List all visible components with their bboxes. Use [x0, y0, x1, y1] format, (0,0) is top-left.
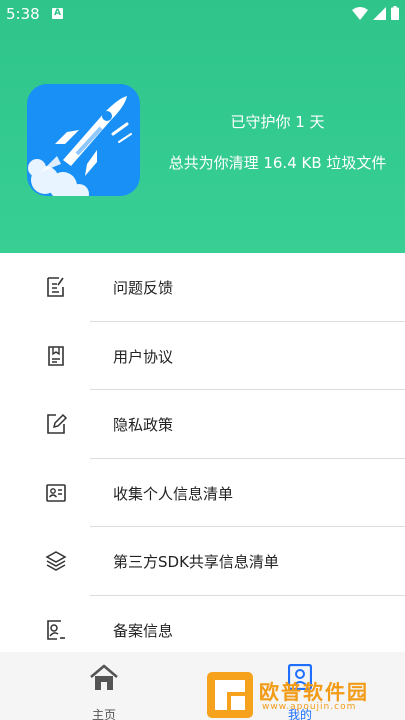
- agreement-icon: [48, 345, 64, 366]
- wifi-icon: [352, 6, 368, 20]
- settings-menu: 问题反馈 用户协议 隐私政策 收集个人信息清单 第三方SDK共享信息清单 备案信…: [0, 253, 405, 664]
- app-logo: [27, 84, 140, 196]
- menu-item-label: 备案信息: [113, 621, 174, 640]
- menu-item-label: 隐私政策: [113, 416, 174, 434]
- nav-home-tab[interactable]: 主页: [80, 662, 128, 720]
- battery-icon: [391, 6, 399, 20]
- layers-icon: [45, 551, 67, 571]
- menu-item-label: 问题反馈: [113, 279, 174, 297]
- signal-icon: [373, 6, 386, 20]
- watermark-text: 欧普软件园: [259, 680, 369, 704]
- protect-days-text: 已守护你 1 天: [230, 113, 325, 131]
- menu-item-user-agreement[interactable]: 用户协议: [0, 322, 405, 390]
- notification-icon: A: [52, 8, 63, 19]
- menu-item-personal-info-list[interactable]: 收集个人信息清单: [0, 459, 405, 527]
- cleaned-size-text: 总共为你清理 16.4 KB 垃圾文件: [168, 154, 387, 172]
- menu-item-label: 第三方SDK共享信息清单: [113, 553, 279, 571]
- id-card-icon: [46, 483, 66, 502]
- menu-item-privacy-policy[interactable]: 隐私政策: [0, 390, 405, 459]
- privacy-icon: [47, 413, 68, 434]
- menu-item-feedback[interactable]: 问题反馈: [0, 253, 405, 322]
- watermark-icon: [207, 672, 253, 718]
- menu-item-third-party-sdk[interactable]: 第三方SDK共享信息清单: [0, 527, 405, 596]
- status-time: 5:38: [6, 5, 40, 23]
- profile-header: 5:38 A 已守护你 1 天 总共为你清理 16.4 KB 垃圾文件: [0, 0, 405, 253]
- nav-home-label: 主页: [91, 708, 116, 720]
- status-bar: 5:38 A: [0, 0, 405, 28]
- rocket-icon: [28, 96, 132, 196]
- watermark-url: www.apoujin.com: [262, 702, 357, 712]
- feedback-icon: [47, 277, 64, 297]
- user-doc-icon: [47, 619, 65, 640]
- menu-item-label: 收集个人信息清单: [113, 484, 234, 503]
- menu-item-label: 用户协议: [113, 347, 174, 366]
- home-icon: [90, 664, 118, 690]
- watermark-logo: 欧普软件园 www.apoujin.com: [207, 672, 399, 718]
